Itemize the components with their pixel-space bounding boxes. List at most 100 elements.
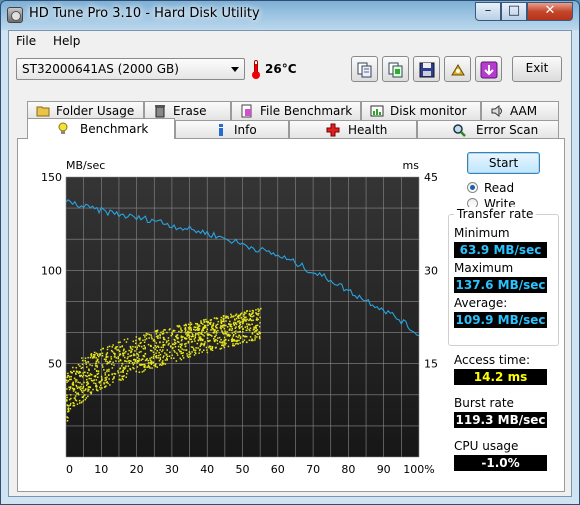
- access-time-point: [108, 345, 111, 348]
- access-time-point: [87, 361, 89, 363]
- access-time-point: [190, 329, 192, 332]
- read-radio[interactable]: Read: [467, 181, 557, 196]
- access-time-point: [133, 367, 135, 370]
- access-time-point: [94, 365, 97, 367]
- tab-error-scan[interactable]: Error Scan: [417, 120, 559, 139]
- tab-info[interactable]: Info: [175, 120, 289, 139]
- access-time-point: [202, 334, 204, 336]
- minimize-button[interactable]: –: [475, 2, 501, 21]
- menu-file[interactable]: File: [16, 34, 36, 48]
- access-time-point: [216, 323, 219, 326]
- access-time-point: [186, 334, 188, 337]
- tab-file-benchmark[interactable]: File Benchmark: [231, 101, 361, 120]
- close-button[interactable]: ✕: [527, 2, 573, 21]
- access-time-point: [203, 319, 205, 321]
- access-time-point: [168, 355, 171, 357]
- access-time-point: [242, 331, 244, 333]
- download-button[interactable]: [475, 56, 502, 82]
- access-time-point: [233, 331, 236, 333]
- access-time-point: [175, 335, 177, 338]
- minimum-value: 63.9 MB/sec: [454, 242, 547, 258]
- access-time-point: [252, 319, 254, 322]
- access-time-point: [170, 357, 173, 359]
- access-time-point: [145, 337, 148, 340]
- maximize-button[interactable]: □: [501, 2, 527, 21]
- access-time-point: [194, 333, 197, 336]
- access-time-point: [121, 365, 123, 367]
- tab-benchmark[interactable]: Benchmark: [27, 118, 175, 139]
- access-time-point: [241, 341, 244, 343]
- access-time-point: [111, 367, 114, 369]
- access-time-point: [72, 383, 75, 386]
- access-time-point: [237, 336, 239, 338]
- menu-help[interactable]: Help: [53, 34, 80, 48]
- access-time-point: [90, 377, 92, 380]
- access-time-point: [195, 322, 197, 325]
- tab-disk-monitor[interactable]: Disk monitor: [361, 101, 481, 120]
- access-time-point: [80, 401, 83, 403]
- access-time-point: [202, 329, 205, 332]
- access-time-point: [197, 332, 200, 334]
- access-time-point: [213, 337, 215, 340]
- access-time-point: [230, 326, 233, 328]
- access-time-point: [202, 323, 204, 325]
- access-time-point: [245, 316, 247, 319]
- access-time-point: [87, 356, 89, 359]
- access-time-point: [159, 335, 161, 337]
- tab-aam[interactable]: AAM: [481, 101, 559, 120]
- access-time-point: [155, 355, 158, 357]
- access-time-point: [159, 357, 161, 359]
- access-time-point: [180, 344, 183, 346]
- access-time-point: [80, 390, 83, 392]
- access-time-point: [125, 376, 127, 378]
- access-time-point: [84, 394, 86, 396]
- title-bar[interactable]: HD Tune Pro 3.10 - Hard Disk Utility – □…: [1, 1, 579, 30]
- access-time-point: [246, 329, 248, 331]
- access-time-point: [194, 335, 196, 337]
- access-time-point: [69, 394, 72, 396]
- exit-button[interactable]: Exit: [512, 56, 562, 82]
- tab-health[interactable]: Health: [289, 120, 417, 139]
- access-time-point: [258, 331, 260, 333]
- start-button[interactable]: Start: [467, 152, 540, 174]
- options-button[interactable]: [444, 56, 471, 82]
- right-axis-unit-label: ms: [403, 159, 420, 172]
- access-time-point: [165, 354, 167, 356]
- access-time-point: [234, 318, 236, 320]
- access-time-point: [128, 349, 130, 352]
- access-time-point: [87, 395, 89, 398]
- save-button[interactable]: [413, 56, 440, 82]
- access-time-point: [153, 364, 155, 367]
- access-time-point: [136, 361, 138, 364]
- access-time-point: [154, 345, 157, 347]
- access-time-point: [83, 381, 85, 384]
- access-time-point: [189, 353, 192, 355]
- access-time-point: [242, 320, 244, 323]
- access-time-point: [92, 388, 94, 391]
- access-time-point: [124, 367, 127, 369]
- access-time-point: [97, 376, 99, 378]
- access-time-point: [225, 342, 227, 345]
- access-time-point: [68, 388, 71, 391]
- access-time-point: [135, 370, 137, 373]
- access-time-point: [222, 345, 225, 347]
- access-time-point: [206, 337, 209, 339]
- access-time-point: [183, 324, 185, 327]
- copy-info-button[interactable]: [351, 56, 378, 82]
- access-time-point: [122, 349, 125, 352]
- access-time-point: [77, 381, 79, 383]
- access-time-point: [105, 358, 107, 361]
- access-time-point: [230, 316, 232, 319]
- access-time-point: [154, 348, 157, 350]
- copy-screen-button[interactable]: [382, 56, 409, 82]
- access-time-point: [197, 347, 199, 349]
- access-time-point: [180, 327, 182, 329]
- access-time-point: [85, 375, 87, 377]
- drive-dropdown[interactable]: ST32000641AS (2000 GB): [16, 58, 245, 80]
- access-time-point: [127, 365, 130, 367]
- access-time-point: [69, 387, 72, 389]
- access-time-point: [145, 334, 147, 337]
- access-time-point: [207, 324, 209, 326]
- access-time-point: [132, 340, 134, 343]
- access-time-point: [81, 366, 84, 369]
